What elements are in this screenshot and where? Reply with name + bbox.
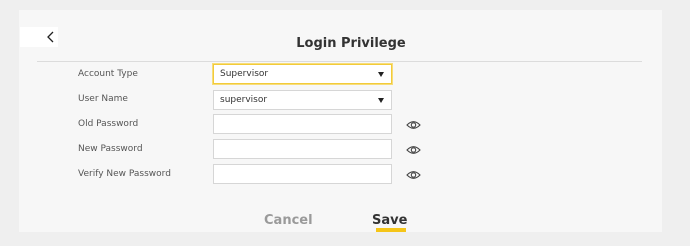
page-title-text: Login Privilege: [296, 36, 406, 51]
old-password-field[interactable]: [213, 114, 392, 134]
page-title: Login Privilege: [0, 36, 690, 51]
eye-icon[interactable]: [406, 120, 421, 130]
verify-password-label: Verify New Password: [78, 169, 171, 179]
title-divider: [37, 61, 642, 62]
dropdown-arrow-icon: [378, 72, 384, 77]
user-name-value: supervisor: [220, 95, 268, 105]
eye-icon[interactable]: [406, 170, 421, 180]
eye-icon[interactable]: [406, 145, 421, 155]
user-name-select[interactable]: supervisor: [213, 90, 392, 110]
cancel-button[interactable]: Cancel: [264, 213, 313, 228]
account-type-select[interactable]: Supervisor: [213, 64, 392, 84]
save-underline: [376, 228, 406, 232]
account-type-value: Supervisor: [220, 69, 269, 79]
verify-password-field[interactable]: [213, 164, 392, 184]
dropdown-arrow-icon: [378, 98, 384, 103]
old-password-label: Old Password: [78, 119, 139, 129]
login-privilege-page: Login Privilege Account Type Supervisor …: [0, 0, 690, 246]
new-password-label: New Password: [78, 144, 143, 154]
account-type-label: Account Type: [78, 69, 138, 79]
user-name-label: User Name: [78, 94, 128, 104]
save-button[interactable]: Save: [372, 213, 407, 228]
new-password-field[interactable]: [213, 139, 392, 159]
